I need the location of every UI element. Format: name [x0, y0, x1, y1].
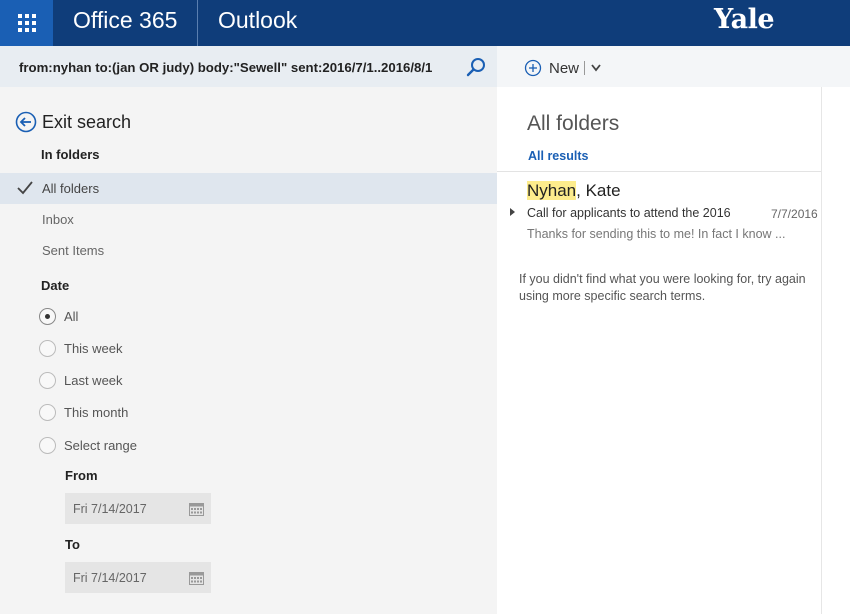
sender-rest: , Kate [576, 181, 621, 200]
radio-label: This week [64, 341, 123, 356]
radio-label: Last week [64, 373, 123, 388]
plus-circle-icon [524, 59, 542, 77]
results-folder-title: All folders [527, 112, 620, 135]
new-button[interactable]: New [524, 57, 602, 79]
folder-all-folders[interactable]: All folders [0, 173, 497, 204]
radio-label: Select range [64, 438, 137, 453]
header-divider [197, 0, 198, 46]
search-highlight: Nyhan [527, 181, 577, 200]
from-date-field[interactable]: Fri 7/14/2017 [65, 493, 211, 524]
date-option-all[interactable]: All [39, 308, 78, 325]
date-option-this-week[interactable]: This week [39, 340, 123, 357]
results-divider [497, 171, 822, 172]
folder-label: All folders [42, 181, 100, 196]
date-option-last-week[interactable]: Last week [39, 372, 123, 389]
date-option-this-month[interactable]: This month [39, 404, 128, 421]
calendar-icon[interactable] [189, 572, 204, 585]
from-label: From [65, 468, 98, 483]
search-hint-text: If you didn't find what you were looking… [519, 272, 806, 303]
expand-conversation-icon[interactable] [510, 208, 515, 216]
message-sender[interactable]: Nyhan, Kate [527, 181, 621, 201]
chevron-down-icon[interactable] [590, 63, 602, 73]
to-label: To [65, 537, 80, 552]
message-date: 7/7/2016 [771, 207, 818, 221]
waffle-icon [17, 14, 36, 32]
from-date-value: Fri 7/14/2017 [73, 502, 147, 516]
in-folders-heading: In folders [41, 147, 100, 162]
date-heading: Date [41, 278, 70, 293]
office365-brand[interactable]: Office 365 [73, 7, 177, 34]
checkmark-icon [17, 181, 33, 195]
exit-search-label: Exit search [42, 111, 132, 132]
radio-selected[interactable] [39, 308, 56, 325]
search-bar[interactable]: from:nyhan to:(jan OR judy) body:"Sewell… [0, 46, 497, 87]
all-results-filter[interactable]: All results [528, 149, 588, 163]
radio-label: All [64, 309, 79, 324]
new-separator [584, 61, 586, 75]
org-logo: Yale [714, 4, 775, 35]
radio-unselected[interactable] [39, 437, 56, 454]
back-arrow-icon [15, 111, 37, 133]
folder-sent-items[interactable]: Sent Items [0, 235, 497, 266]
radio-unselected[interactable] [39, 372, 56, 389]
to-date-value: Fri 7/14/2017 [73, 571, 147, 585]
app-launcher-button[interactable] [0, 0, 53, 46]
search-icon[interactable] [465, 56, 487, 78]
radio-unselected[interactable] [39, 404, 56, 421]
new-button-label: New [549, 59, 580, 77]
calendar-icon[interactable] [189, 503, 204, 516]
message-subject[interactable]: Call for applicants to attend the 2016 [527, 206, 731, 220]
exit-search-button[interactable]: Exit search [15, 111, 131, 133]
message-preview[interactable]: Thanks for sending this to me! In fact I… [527, 227, 785, 241]
pane-divider [821, 87, 822, 614]
to-date-field[interactable]: Fri 7/14/2017 [65, 562, 211, 593]
radio-label: This month [64, 405, 129, 420]
folder-inbox[interactable]: Inbox [0, 204, 497, 235]
date-option-select-range[interactable]: Select range [39, 437, 137, 454]
app-name[interactable]: Outlook [218, 7, 297, 34]
radio-unselected[interactable] [39, 340, 56, 357]
folder-label: Sent Items [42, 243, 105, 258]
top-bar: Office 365 Outlook Yale [0, 0, 850, 46]
search-input[interactable]: from:nyhan to:(jan OR judy) body:"Sewell… [19, 60, 432, 75]
folder-label: Inbox [42, 212, 74, 227]
